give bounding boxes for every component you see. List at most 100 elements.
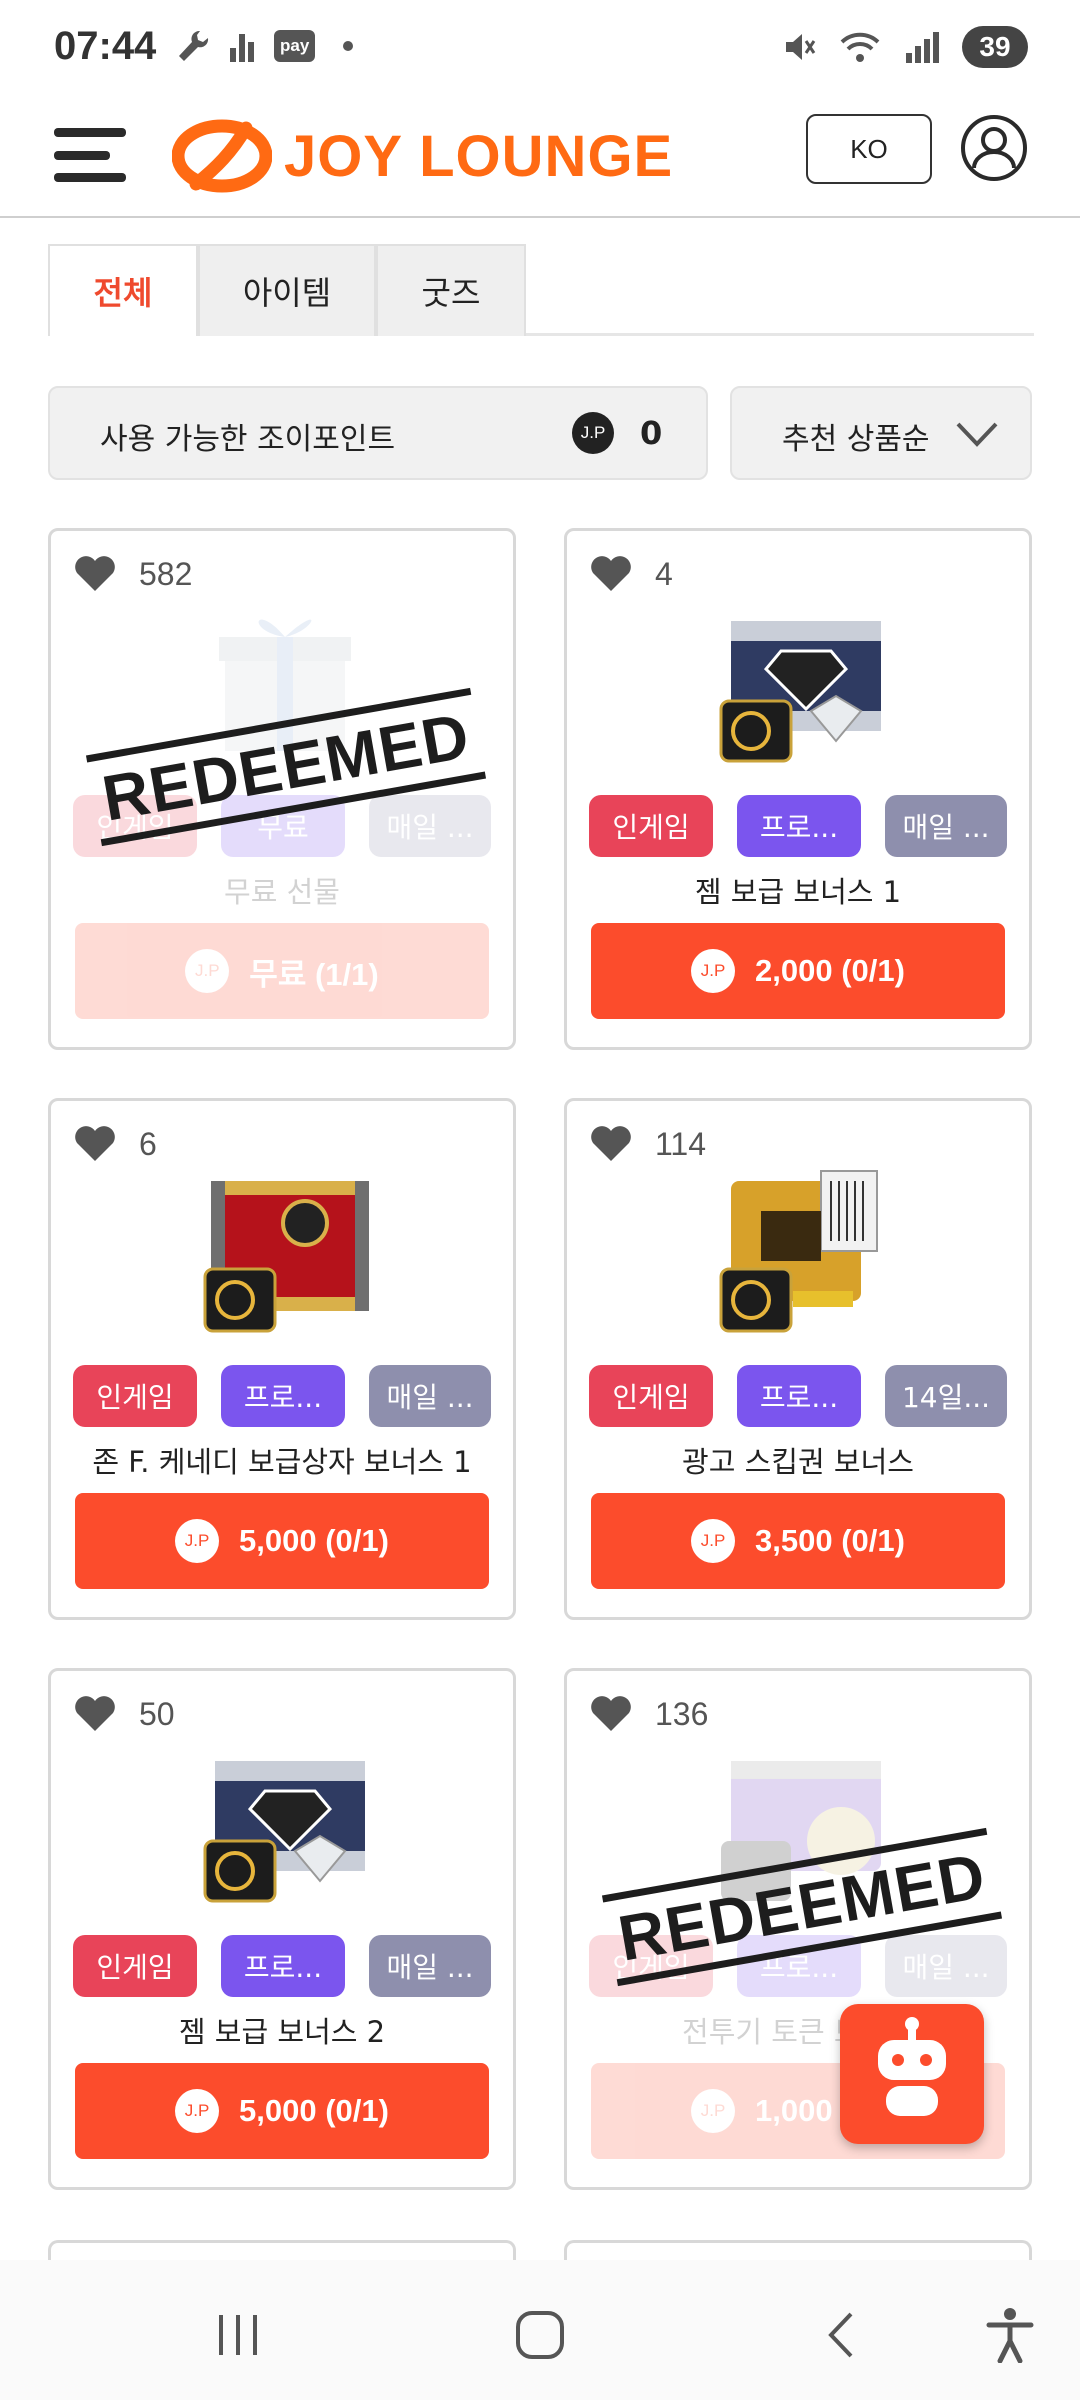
redeem-button[interactable]: J.P 2,000 (0/1): [591, 923, 1005, 1019]
price-label: 무료 (1/1): [249, 956, 379, 992]
redeem-button[interactable]: J.P 무료 (1/1): [75, 923, 489, 1019]
product-tag: 매일 ...: [369, 1365, 491, 1427]
price-label: 3,500 (0/1): [755, 1523, 905, 1558]
wifi-icon: [840, 32, 880, 62]
price-label: 2,000 (0/1): [755, 953, 905, 988]
heart-icon: [75, 556, 115, 591]
product-tag: 인게임: [589, 795, 713, 857]
redeem-button[interactable]: J.P 3,500 (0/1): [591, 1493, 1005, 1589]
heart-icon: [591, 1126, 631, 1161]
product-tag: 인게임: [73, 1365, 197, 1427]
heart-icon: [75, 1696, 115, 1731]
redeem-button[interactable]: J.P 5,000 (0/1): [75, 2063, 489, 2159]
battery-indicator: 39: [962, 26, 1028, 68]
chatbot-robot-icon: [878, 2017, 946, 2116]
chevron-down-icon: [956, 422, 998, 447]
product-tag: 매일 ...: [885, 1935, 1007, 1997]
like-count: 6: [139, 1125, 157, 1162]
like-button[interactable]: 4: [589, 555, 673, 593]
hamburger-menu-icon[interactable]: [54, 122, 126, 188]
system-nav-bar: [0, 2260, 1080, 2400]
accessibility-button[interactable]: [970, 2300, 1050, 2370]
logo-mark-icon: [172, 119, 272, 193]
signal-bars-icon: [230, 34, 254, 62]
product-tag: 프로...: [221, 1935, 345, 1997]
chatbot-button[interactable]: [840, 2004, 984, 2144]
heart-icon: [591, 556, 631, 591]
sort-dropdown[interactable]: 추천 상품순: [730, 386, 1032, 480]
tag-row: 인게임 프로... 매일 ...: [73, 1935, 491, 1997]
product-card[interactable]: 4 인게임 프로... 매일 ... 젬 보급 보너스 1 J.P 2,000 (0/1): [564, 528, 1032, 1050]
price-label: 5,000 (0/1): [239, 2093, 389, 2128]
jp-coin-icon: J.P: [691, 2089, 736, 2133]
jp-coin-icon: J.P: [175, 1519, 220, 1563]
product-name: 젬 보급 보너스 1: [694, 875, 902, 909]
product-tag: 인게임: [73, 1935, 197, 1997]
product-tag: 매일 ...: [369, 1935, 491, 1997]
back-icon: [828, 2312, 853, 2358]
available-points-bar: 사용 가능한 조이포인트 J.P 0: [48, 386, 708, 480]
tab-items[interactable]: 아이템: [198, 244, 376, 336]
like-button[interactable]: 6: [73, 1125, 157, 1163]
product-image: [701, 1151, 901, 1341]
tab-all[interactable]: 전체: [48, 244, 198, 336]
tag-row: 인게임 프로... 14일...: [589, 1365, 1007, 1427]
like-button[interactable]: 582: [73, 555, 192, 593]
jp-coin-icon: J.P: [185, 949, 230, 993]
back-button[interactable]: [802, 2300, 882, 2370]
product-tag: 프로...: [737, 1365, 861, 1427]
heart-icon: [591, 1696, 631, 1731]
joy-lounge-logo[interactable]: JOY LOUNGE: [172, 116, 673, 196]
home-icon: [516, 2311, 564, 2359]
product-tag: 매일 ...: [885, 795, 1007, 857]
status-bar: 07:44 pay 39: [0, 0, 1080, 100]
category-tabs: 전체 아이템 굿즈: [48, 244, 1034, 336]
product-name: 광고 스킵권 보너스: [682, 1445, 914, 1479]
jp-coin-icon: J.P: [175, 2089, 220, 2133]
product-card[interactable]: 582 인게임 무료 매일 ... 무료 선물 J.P 무료 (1/1) REDEEMED: [48, 528, 516, 1050]
redeem-button[interactable]: J.P 5,000 (0/1): [75, 1493, 489, 1589]
like-button[interactable]: 136: [589, 1695, 708, 1733]
product-tag: 매일 ...: [369, 795, 491, 857]
jp-coin-icon: J.P: [572, 412, 614, 454]
product-tag: 프로...: [221, 1365, 345, 1427]
tab-goods[interactable]: 굿즈: [376, 244, 526, 336]
points-value: 0: [640, 414, 663, 452]
product-name: 존 F. 케네디 보급상자 보너스 1: [92, 1445, 472, 1479]
jp-coin-icon: J.P: [691, 949, 736, 993]
wrench-icon: [179, 30, 209, 61]
notification-dot-icon: [343, 41, 354, 51]
pay-icon: pay: [274, 30, 316, 62]
product-image: [185, 1721, 385, 1911]
product-tag: 인게임: [589, 1365, 713, 1427]
home-button[interactable]: [500, 2300, 580, 2370]
sort-label: 추천 상품순: [782, 422, 930, 457]
like-count: 4: [655, 555, 673, 592]
like-button[interactable]: 50: [73, 1695, 175, 1733]
points-label: 사용 가능한 조이포인트: [100, 422, 396, 457]
user-profile-icon[interactable]: [960, 114, 1028, 182]
like-count: 114: [655, 1125, 707, 1162]
like-button[interactable]: 114: [589, 1125, 706, 1163]
language-button[interactable]: KO: [806, 114, 932, 184]
product-name: 젬 보급 보너스 2: [178, 2015, 386, 2049]
product-name: 무료 선물: [224, 875, 340, 909]
accessibility-icon: [986, 2308, 1034, 2363]
product-image: [701, 581, 901, 771]
recent-apps-button[interactable]: [198, 2300, 278, 2370]
heart-icon: [75, 1126, 115, 1161]
product-card[interactable]: 6 인게임 프로... 매일 ... 존 F. 케네디 보급상자 보너스 1 J.P 5,0…: [48, 1098, 516, 1620]
jp-coin-icon: J.P: [691, 1519, 736, 1563]
product-card[interactable]: 50 인게임 프로... 매일 ... 젬 보급 보너스 2 J.P 5,000 (0/1): [48, 1668, 516, 2190]
cell-signal-icon: [906, 32, 939, 63]
recent-apps-icon: [219, 2315, 257, 2355]
product-image: [185, 1151, 385, 1341]
tag-row: 인게임 프로... 매일 ...: [73, 1365, 491, 1427]
product-card[interactable]: 114 인게임 프로... 14일... 광고 스킵권 보너스 J.P 3,500 (0/1…: [564, 1098, 1032, 1620]
mute-icon: [786, 34, 816, 60]
product-tag: 프로...: [737, 795, 861, 857]
product-tag: 14일...: [885, 1365, 1007, 1427]
clock: 07:44: [54, 24, 157, 68]
tag-row: 인게임 프로... 매일 ...: [589, 795, 1007, 857]
logo-text: JOY LOUNGE: [284, 123, 674, 189]
